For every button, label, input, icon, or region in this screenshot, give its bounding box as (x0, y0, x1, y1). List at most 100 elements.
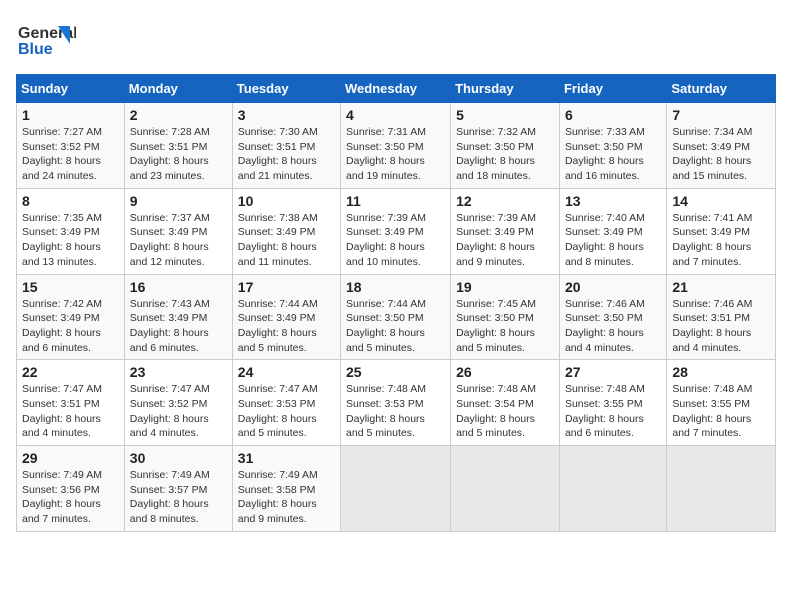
day-number: 17 (238, 279, 335, 295)
day-number: 23 (130, 364, 227, 380)
day-number: 31 (238, 450, 335, 466)
calendar-day-cell: 16Sunrise: 7:43 AMSunset: 3:49 PMDayligh… (124, 274, 232, 360)
day-number: 16 (130, 279, 227, 295)
calendar-day-cell: 30 Sunrise: 7:49 AMSunset: 3:57 PMDayligh… (124, 446, 232, 532)
day-number: 8 (22, 193, 119, 209)
day-number: 7 (672, 107, 770, 123)
calendar-day-cell: 8 Sunrise: 7:35 AMSunset: 3:49 PMDaylight… (17, 188, 125, 274)
calendar-day-cell: 28Sunrise: 7:48 AMSunset: 3:55 PMDayligh… (667, 360, 776, 446)
day-info: Sunrise: 7:28 AMSunset: 3:51 PMDaylight:… (130, 125, 227, 184)
calendar-day-cell (667, 446, 776, 532)
day-info: Sunrise: 7:30 AMSunset: 3:51 PMDaylight:… (238, 125, 335, 184)
day-number: 15 (22, 279, 119, 295)
day-info: Sunrise: 7:41 AMSunset: 3:49 PMDaylight:… (672, 211, 770, 270)
day-number: 5 (456, 107, 554, 123)
day-info: Sunrise: 7:48 AMSunset: 3:53 PMDaylight:… (346, 382, 445, 441)
calendar-day-cell: 27 Sunrise: 7:48 AMSunset: 3:55 PMDayligh… (559, 360, 666, 446)
day-of-week-header: Saturday (667, 75, 776, 103)
calendar-table: SundayMondayTuesdayWednesdayThursdayFrid… (16, 74, 776, 532)
svg-text:Blue: Blue (18, 41, 53, 58)
day-number: 19 (456, 279, 554, 295)
day-number: 1 (22, 107, 119, 123)
calendar-week-row: 1Sunrise: 7:27 AMSunset: 3:52 PMDaylight… (17, 103, 776, 189)
calendar-day-cell (341, 446, 451, 532)
calendar-day-cell: 13 Sunrise: 7:40 AMSunset: 3:49 PMDayligh… (559, 188, 666, 274)
day-number: 14 (672, 193, 770, 209)
calendar-day-cell: 26Sunrise: 7:48 AMSunset: 3:54 PMDayligh… (451, 360, 560, 446)
day-number: 20 (565, 279, 661, 295)
calendar-day-cell: 11 Sunrise: 7:39 AMSunset: 3:49 PMDayligh… (341, 188, 451, 274)
calendar-day-cell: 18 Sunrise: 7:44 AMSunset: 3:50 PMDayligh… (341, 274, 451, 360)
day-info: Sunrise: 7:48 AMSunset: 3:55 PMDaylight:… (565, 382, 661, 441)
calendar-day-cell: 14 Sunrise: 7:41 AMSunset: 3:49 PMDayligh… (667, 188, 776, 274)
calendar-day-cell: 12 Sunrise: 7:39 AMSunset: 3:49 PMDayligh… (451, 188, 560, 274)
calendar-day-cell: 15 Sunrise: 7:42 AMSunset: 3:49 PMDayligh… (17, 274, 125, 360)
calendar-day-cell: 10 Sunrise: 7:38 AMSunset: 3:49 PMDayligh… (232, 188, 340, 274)
day-info: Sunrise: 7:37 AMSunset: 3:49 PMDaylight:… (130, 211, 227, 270)
day-number: 3 (238, 107, 335, 123)
day-info: Sunrise: 7:47 AMSunset: 3:52 PMDaylight:… (130, 382, 227, 441)
calendar-day-cell (451, 446, 560, 532)
day-of-week-header: Sunday (17, 75, 125, 103)
day-info: Sunrise: 7:48 AMSunset: 3:54 PMDaylight:… (456, 382, 554, 441)
day-info: Sunrise: 7:49 AMSunset: 3:56 PMDaylight:… (22, 468, 119, 527)
day-info: Sunrise: 7:38 AMSunset: 3:49 PMDaylight:… (238, 211, 335, 270)
calendar-day-cell: 23 Sunrise: 7:47 AMSunset: 3:52 PMDayligh… (124, 360, 232, 446)
calendar-day-cell: 4Sunrise: 7:31 AMSunset: 3:50 PMDaylight… (341, 103, 451, 189)
day-of-week-header: Friday (559, 75, 666, 103)
day-info: Sunrise: 7:45 AMSunset: 3:50 PMDaylight:… (456, 297, 554, 356)
day-of-week-header: Tuesday (232, 75, 340, 103)
day-info: Sunrise: 7:40 AMSunset: 3:49 PMDaylight:… (565, 211, 661, 270)
day-info: Sunrise: 7:44 AMSunset: 3:49 PMDaylight:… (238, 297, 335, 356)
day-info: Sunrise: 7:35 AMSunset: 3:49 PMDaylight:… (22, 211, 119, 270)
calendar-day-cell (559, 446, 666, 532)
calendar-day-cell: 1Sunrise: 7:27 AMSunset: 3:52 PMDaylight… (17, 103, 125, 189)
calendar-day-cell: 24Sunrise: 7:47 AMSunset: 3:53 PMDayligh… (232, 360, 340, 446)
day-number: 30 (130, 450, 227, 466)
calendar-day-cell: 7Sunrise: 7:34 AMSunset: 3:49 PMDaylight… (667, 103, 776, 189)
day-info: Sunrise: 7:42 AMSunset: 3:49 PMDaylight:… (22, 297, 119, 356)
calendar-day-cell: 3 Sunrise: 7:30 AMSunset: 3:51 PMDaylight… (232, 103, 340, 189)
logo-icon: General Blue (16, 16, 76, 66)
day-info: Sunrise: 7:33 AMSunset: 3:50 PMDaylight:… (565, 125, 661, 184)
calendar-day-cell: 2 Sunrise: 7:28 AMSunset: 3:51 PMDaylight… (124, 103, 232, 189)
day-number: 27 (565, 364, 661, 380)
day-info: Sunrise: 7:32 AMSunset: 3:50 PMDaylight:… (456, 125, 554, 184)
day-number: 12 (456, 193, 554, 209)
calendar-week-row: 8 Sunrise: 7:35 AMSunset: 3:49 PMDaylight… (17, 188, 776, 274)
day-number: 13 (565, 193, 661, 209)
day-info: Sunrise: 7:44 AMSunset: 3:50 PMDaylight:… (346, 297, 445, 356)
day-number: 24 (238, 364, 335, 380)
day-number: 10 (238, 193, 335, 209)
calendar-day-cell: 19 Sunrise: 7:45 AMSunset: 3:50 PMDayligh… (451, 274, 560, 360)
day-number: 25 (346, 364, 445, 380)
day-info: Sunrise: 7:46 AMSunset: 3:50 PMDaylight:… (565, 297, 661, 356)
calendar-day-cell: 5 Sunrise: 7:32 AMSunset: 3:50 PMDaylight… (451, 103, 560, 189)
day-info: Sunrise: 7:48 AMSunset: 3:55 PMDaylight:… (672, 382, 770, 441)
day-number: 18 (346, 279, 445, 295)
day-number: 11 (346, 193, 445, 209)
calendar-day-cell: 25 Sunrise: 7:48 AMSunset: 3:53 PMDayligh… (341, 360, 451, 446)
day-info: Sunrise: 7:49 AMSunset: 3:57 PMDaylight:… (130, 468, 227, 527)
calendar-week-row: 22Sunrise: 7:47 AMSunset: 3:51 PMDayligh… (17, 360, 776, 446)
calendar-week-row: 15 Sunrise: 7:42 AMSunset: 3:49 PMDayligh… (17, 274, 776, 360)
page-header: General Blue (16, 16, 776, 66)
day-of-week-header: Thursday (451, 75, 560, 103)
day-number: 9 (130, 193, 227, 209)
calendar-day-cell: 17 Sunrise: 7:44 AMSunset: 3:49 PMDayligh… (232, 274, 340, 360)
day-info: Sunrise: 7:49 AMSunset: 3:58 PMDaylight:… (238, 468, 335, 527)
day-number: 2 (130, 107, 227, 123)
day-info: Sunrise: 7:39 AMSunset: 3:49 PMDaylight:… (456, 211, 554, 270)
day-info: Sunrise: 7:39 AMSunset: 3:49 PMDaylight:… (346, 211, 445, 270)
calendar-week-row: 29 Sunrise: 7:49 AMSunset: 3:56 PMDayligh… (17, 446, 776, 532)
day-of-week-header: Monday (124, 75, 232, 103)
calendar-day-cell: 22Sunrise: 7:47 AMSunset: 3:51 PMDayligh… (17, 360, 125, 446)
calendar-day-cell: 20 Sunrise: 7:46 AMSunset: 3:50 PMDayligh… (559, 274, 666, 360)
calendar-day-cell: 9 Sunrise: 7:37 AMSunset: 3:49 PMDaylight… (124, 188, 232, 274)
day-number: 6 (565, 107, 661, 123)
calendar-day-cell: 21Sunrise: 7:46 AMSunset: 3:51 PMDayligh… (667, 274, 776, 360)
day-number: 29 (22, 450, 119, 466)
day-number: 22 (22, 364, 119, 380)
calendar-day-cell: 6 Sunrise: 7:33 AMSunset: 3:50 PMDaylight… (559, 103, 666, 189)
calendar-day-cell: 31 Sunrise: 7:49 AMSunset: 3:58 PMDayligh… (232, 446, 340, 532)
